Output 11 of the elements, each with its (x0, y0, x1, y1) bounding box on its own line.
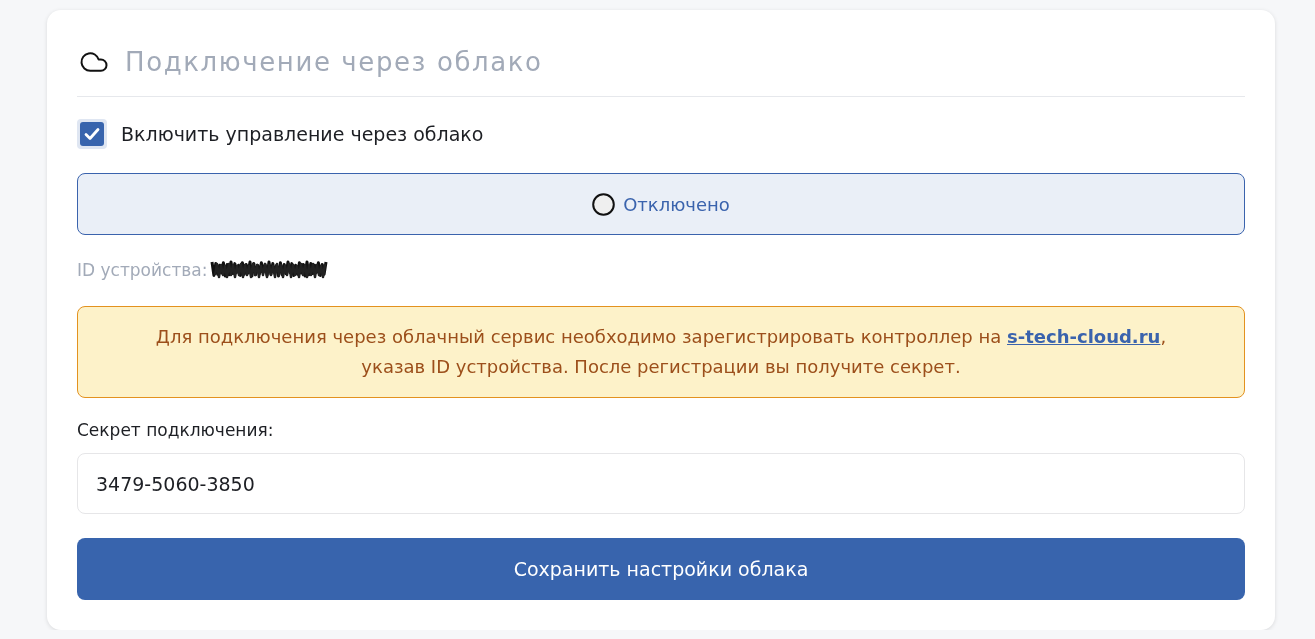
connection-status-text: Отключено (623, 193, 730, 215)
cloud-site-link[interactable]: s-tech-cloud.ru (1007, 326, 1161, 347)
device-id-label: ID устройства: (77, 260, 208, 280)
save-settings-button[interactable]: Сохранить настройки облака (77, 538, 1245, 600)
card-title: Подключение через облако (125, 47, 543, 77)
checkmark-icon (84, 127, 100, 141)
secret-input[interactable]: 3479-5060-3850 (77, 453, 1245, 514)
registration-notice: Для подключения через облачный сервис необходимо зарегистрировать контроллер на s-tech-cloud.ru, указав ID устройства. После регистрации вы получите секрет. (77, 306, 1245, 398)
secret-label: Секрет подключения: (77, 419, 274, 442)
checkbox-label: Включить управление через облако (121, 123, 484, 145)
checkbox[interactable] (77, 119, 107, 149)
